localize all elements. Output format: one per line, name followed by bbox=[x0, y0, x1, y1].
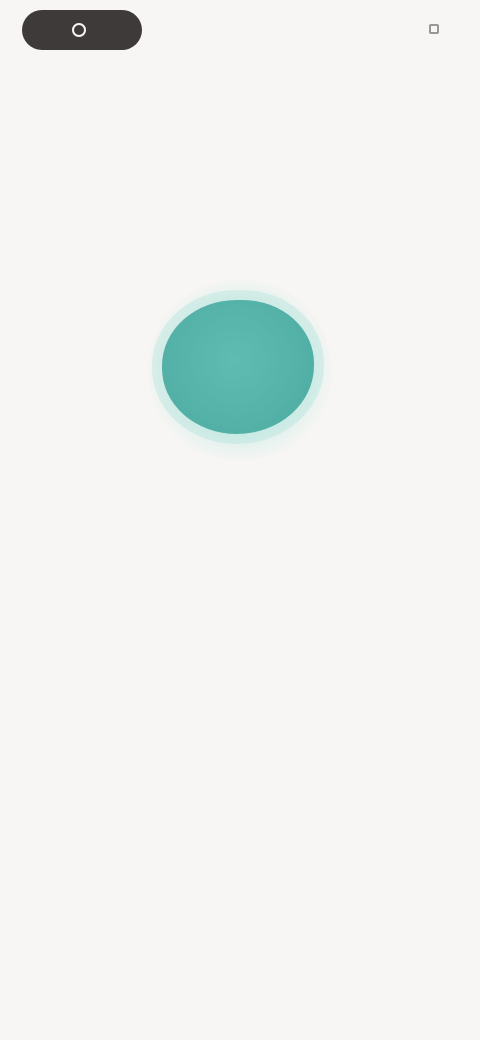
top-right-action[interactable] bbox=[428, 19, 450, 41]
app-screen bbox=[0, 0, 480, 1040]
circle-icon bbox=[72, 23, 86, 37]
square-icon bbox=[428, 23, 442, 37]
top-left-pill-button[interactable] bbox=[22, 10, 142, 50]
center-title bbox=[160, 500, 320, 530]
center-subtitle bbox=[90, 560, 390, 612]
top-bar bbox=[0, 10, 480, 54]
center-content bbox=[0, 240, 480, 660]
central-orb[interactable] bbox=[162, 300, 314, 434]
bottom-hint[interactable] bbox=[200, 975, 280, 1003]
